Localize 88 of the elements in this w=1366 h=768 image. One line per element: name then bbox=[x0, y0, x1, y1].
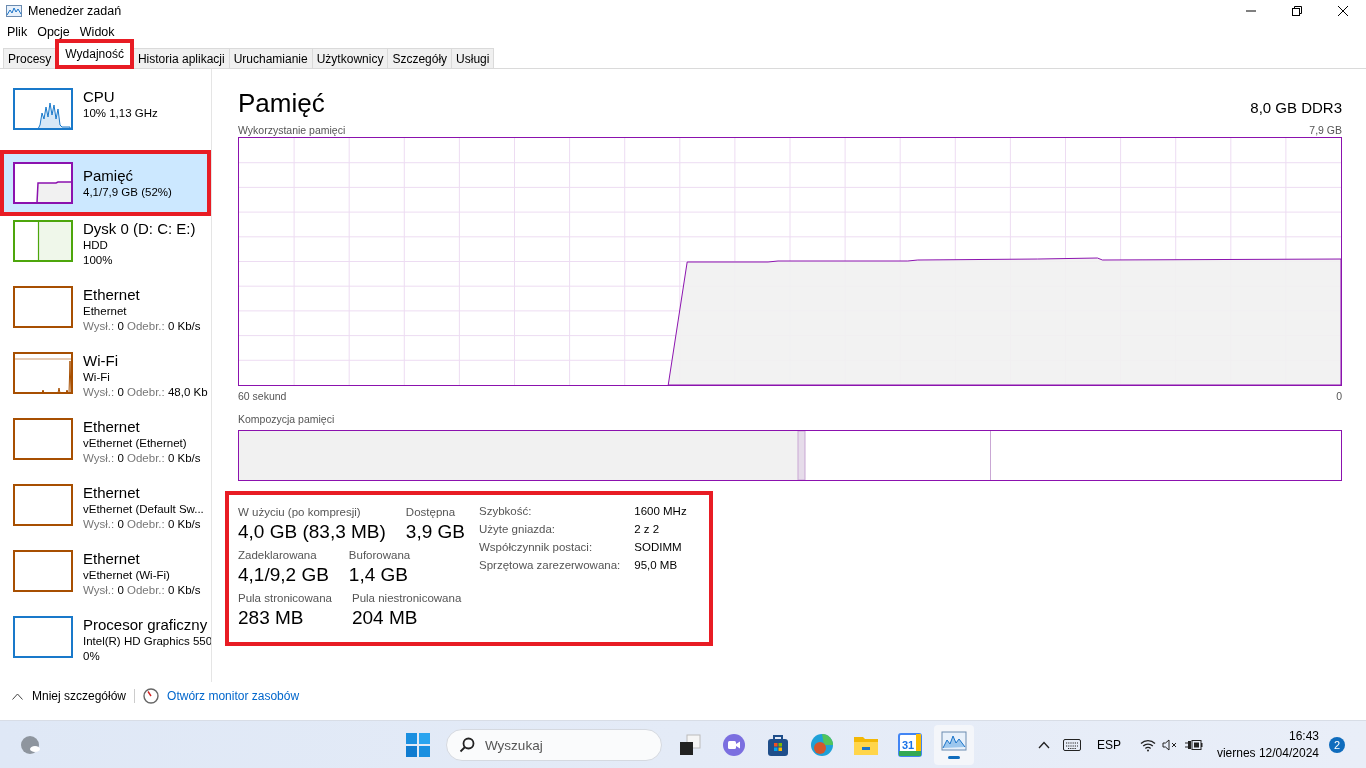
tab[interactable]: Historia aplikacji bbox=[132, 48, 230, 68]
clock[interactable]: 16:43 viernes 12/04/2024 bbox=[1216, 728, 1319, 762]
metric-label: Zadeklarowana bbox=[238, 548, 318, 563]
device-list-item[interactable]: Procesor graficzny Intel(R) HD Graphics 550 0% bbox=[0, 612, 211, 678]
window-title: Menedżer zadań bbox=[28, 4, 123, 18]
device-list-item[interactable]: Pamięć 4,1/7,9 GB (52%) bbox=[0, 150, 211, 216]
language-indicator[interactable]: ESP bbox=[1090, 729, 1127, 761]
search-icon bbox=[459, 737, 475, 753]
device-detail-text: 100% bbox=[83, 253, 114, 268]
menu-item[interactable]: Widok bbox=[74, 25, 120, 39]
network-rate-text: Wysł.: 0 Odebr.: 0 Kb/s bbox=[83, 451, 201, 466]
metric-label: Pula niestronicowana bbox=[352, 591, 462, 606]
memory-spec-text: 8,0 GB DDR3 bbox=[1250, 99, 1342, 116]
metric-value: 1,4 GB bbox=[348, 563, 409, 587]
device-name: Pamięć bbox=[83, 166, 135, 185]
device-detail-text: vEthernet (Ethernet) bbox=[83, 436, 188, 451]
metric-value: 283 MB bbox=[238, 606, 305, 630]
property-label: Sprzętowa zarezerwowana: bbox=[479, 558, 621, 573]
time-axis-label: 0 bbox=[1336, 389, 1342, 403]
tab[interactable]: Użytkownicy bbox=[311, 48, 389, 68]
menu-item[interactable]: Plik bbox=[2, 25, 33, 39]
device-name: Ethernet bbox=[83, 550, 141, 568]
tab[interactable]: Szczegóły bbox=[387, 48, 453, 68]
notification-badge[interactable]: 2 bbox=[1329, 737, 1345, 753]
chart-max-label: 7,9 GB bbox=[1309, 123, 1342, 137]
device-name: Ethernet bbox=[83, 286, 141, 304]
clock-time: 16:43 bbox=[1288, 728, 1319, 745]
tab[interactable]: Usługi bbox=[451, 48, 495, 68]
device-list-item[interactable]: Ethernet vEthernet (Default Sw... Wysł.: 0 Odebr.: 0 Kb/s bbox=[0, 480, 211, 546]
search-field[interactable]: Wyszukaj bbox=[446, 729, 662, 761]
device-list-item[interactable]: CPU 10% 1,13 GHz bbox=[0, 84, 211, 150]
panel-title: Pamięć bbox=[238, 87, 325, 119]
task-manager-icon[interactable] bbox=[934, 725, 974, 765]
device-detail-text: Intel(R) HD Graphics 550 bbox=[83, 634, 211, 649]
device-list-item[interactable]: Ethernet Ethernet Wysł.: 0 Odebr.: 0 Kb/s bbox=[0, 282, 211, 348]
property-label: Szybkość: bbox=[479, 504, 533, 519]
device-detail-text: 10% 1,13 GHz bbox=[83, 106, 158, 121]
menu-item[interactable]: Opcje bbox=[32, 25, 75, 39]
property-value: 95,0 MB bbox=[634, 558, 679, 573]
property-value: 2 z 2 bbox=[634, 522, 661, 537]
property-value: 1600 MHz bbox=[634, 504, 687, 519]
metric-value: 3,9 GB bbox=[405, 520, 465, 544]
device-name: Dysk 0 (D: C: E:) bbox=[83, 220, 196, 238]
time-axis-label: 60 sekund bbox=[238, 389, 287, 403]
device-detail-text: vEthernet (Wi-Fi) bbox=[83, 568, 171, 583]
windows-logo-icon bbox=[406, 733, 430, 757]
metric-label: W użyciu (po kompresji) bbox=[238, 505, 362, 520]
chart-title: Kompozycja pamięci bbox=[238, 412, 335, 426]
chart-title: Wykorzystanie pamięci bbox=[238, 123, 346, 137]
device-name: Procesor graficzny bbox=[83, 616, 209, 634]
chevron-up-icon bbox=[12, 692, 23, 700]
tab[interactable]: Procesy bbox=[3, 48, 57, 68]
fewer-details-button[interactable]: Mniej szczegółów bbox=[12, 689, 127, 703]
device-name: CPU bbox=[83, 88, 116, 106]
metric-value: 4,0 GB (83,3 MB) bbox=[238, 520, 386, 544]
device-detail-text: HDD bbox=[83, 238, 109, 253]
tab[interactable]: Wydajność bbox=[55, 39, 134, 69]
device-detail-text: 4,1/7,9 GB (52%) bbox=[83, 184, 172, 200]
device-list-item[interactable]: Ethernet vEthernet (Ethernet) Wysł.: 0 Odebr.: 0 Kb/s bbox=[0, 414, 211, 480]
network-rate-text: Wysł.: 0 Odebr.: 48,0 Kb bbox=[83, 385, 208, 400]
metric-label: Buforowana bbox=[348, 548, 411, 563]
device-detail-text: 0% bbox=[83, 649, 101, 664]
clock-date: viernes 12/04/2024 bbox=[1216, 745, 1319, 762]
property-label: Współczynnik postaci: bbox=[479, 540, 594, 555]
gauge-icon bbox=[143, 688, 160, 704]
app-icon bbox=[6, 5, 22, 17]
network-rate-text: Wysł.: 0 Odebr.: 0 Kb/s bbox=[83, 583, 201, 598]
device-detail-text: Ethernet bbox=[83, 304, 128, 319]
device-list-item[interactable]: Ethernet vEthernet (Wi-Fi) Wysł.: 0 Odebr.: 0 Kb/s bbox=[0, 546, 211, 612]
device-detail-text: Wi-Fi bbox=[83, 370, 111, 385]
metric-value: 4,1/9,2 GB bbox=[238, 563, 329, 587]
device-list-item[interactable]: Wi-Fi Wi-Fi Wysł.: 0 Odebr.: 48,0 Kb bbox=[0, 348, 211, 414]
metric-label: Dostępna bbox=[405, 505, 457, 520]
close-icon bbox=[1338, 6, 1348, 16]
device-name: Wi-Fi bbox=[83, 352, 119, 370]
device-name: Ethernet bbox=[83, 418, 141, 436]
resource-monitor-link[interactable]: Otwórz monitor zasobów bbox=[167, 689, 300, 703]
network-rate-text: Wysł.: 0 Odebr.: 0 Kb/s bbox=[83, 319, 201, 334]
device-detail-text: vEthernet (Default Sw... bbox=[83, 502, 204, 517]
device-list-item[interactable]: Dysk 0 (D: C: E:) HDD 100% bbox=[0, 216, 211, 282]
metric-value: 204 MB bbox=[352, 606, 419, 630]
property-label: Użyte gniazda: bbox=[479, 522, 557, 537]
restore-icon bbox=[1292, 6, 1302, 16]
device-name: Ethernet bbox=[83, 484, 141, 502]
metric-label: Pula stronicowana bbox=[238, 591, 332, 606]
network-rate-text: Wysł.: 0 Odebr.: 0 Kb/s bbox=[83, 517, 202, 532]
tab[interactable]: Uruchamianie bbox=[228, 48, 313, 68]
property-value: SODIMM bbox=[634, 540, 683, 555]
